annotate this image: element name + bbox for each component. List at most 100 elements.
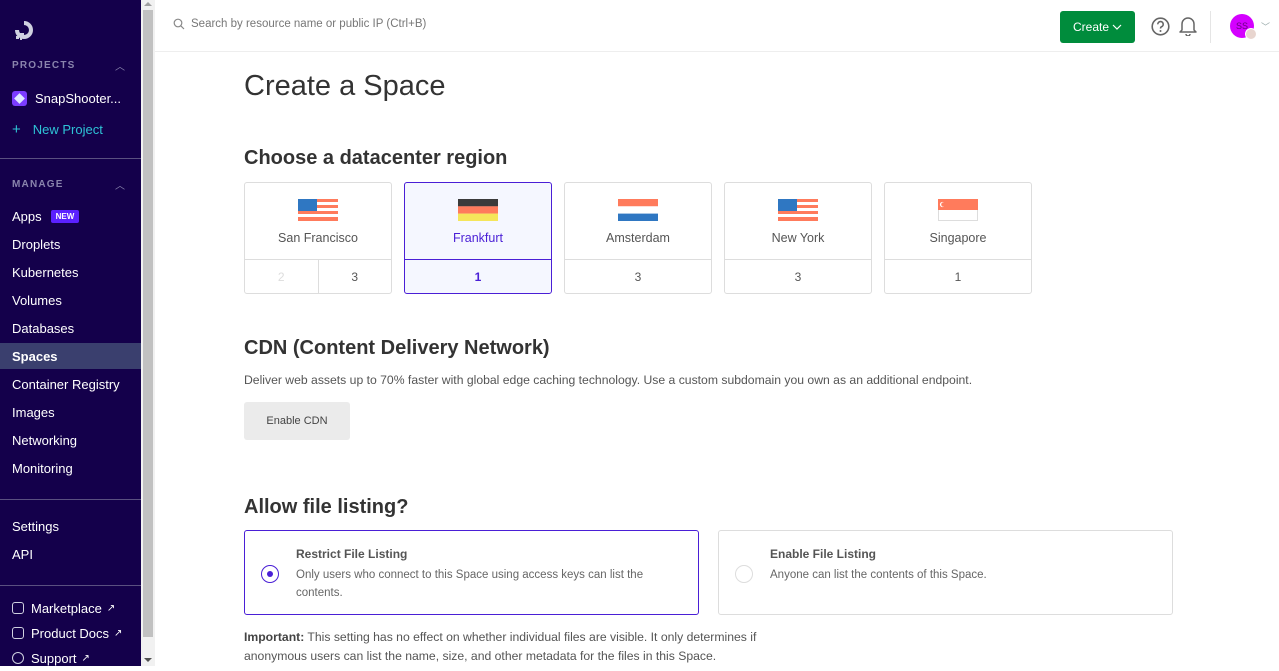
region-card-amsterdam[interactable]: Amsterdam 3 (564, 182, 712, 294)
user-photo-avatar (1245, 28, 1257, 40)
cdn-heading: CDN (Content Delivery Network) (244, 337, 550, 359)
projects-heading: PROJECTS (12, 60, 76, 71)
enable-cdn-button[interactable]: Enable CDN (244, 402, 350, 440)
search-placeholder: Search by resource name or public IP (Ct… (191, 18, 427, 30)
option-title: Enable File Listing (770, 547, 877, 561)
region-heading: Choose a datacenter region (244, 147, 508, 169)
sidebar-item-label: Networking (12, 432, 78, 448)
sidebar-item-label: Spaces (12, 348, 58, 364)
external-link-icon: ↗ (114, 627, 123, 639)
bell-icon[interactable] (1179, 16, 1197, 36)
sidebar-item-label: Settings (12, 518, 59, 534)
us-flag-icon (778, 199, 818, 221)
sidebar-item-label: Databases (12, 320, 75, 336)
sidebar-item-images[interactable]: Images (0, 399, 141, 425)
sidebar-item-spaces[interactable]: Spaces (0, 343, 141, 369)
project-item[interactable]: SnapShooter... (12, 91, 121, 106)
project-name: SnapShooter... (35, 91, 122, 106)
chevron-down-icon (1112, 24, 1122, 30)
sidebar: PROJECTS ︿ SnapShooter... + New Project … (0, 0, 141, 666)
de-flag-icon (458, 199, 498, 221)
datacenter-option[interactable]: 3 (565, 260, 711, 294)
datacenter-option[interactable]: 1 (885, 260, 1031, 294)
sidebar-item-volumes[interactable]: Volumes (0, 287, 141, 313)
radio-unselected[interactable] (735, 565, 753, 583)
important-note: Important: This setting has no effect on… (244, 628, 784, 666)
sidebar-item-label: Kubernetes (12, 264, 79, 280)
help-icon[interactable] (1151, 17, 1170, 36)
sidebar-item-label: Images (12, 404, 55, 420)
project-icon (12, 91, 27, 106)
datacenter-option[interactable]: 3 (725, 260, 871, 294)
sidebar-item-label: Container Registry (12, 376, 120, 392)
region-name: Amsterdam (606, 231, 670, 245)
sidebar-item-api[interactable]: API (0, 541, 141, 567)
region-name: Frankfurt (452, 231, 503, 245)
sidebar-item-label: Volumes (12, 292, 62, 308)
sidebar-divider (0, 158, 141, 159)
nl-flag-icon (618, 199, 658, 221)
top-bar: Search by resource name or public IP (Ct… (155, 0, 1279, 52)
datacenter-option[interactable]: 3 (317, 260, 392, 294)
sg-flag-icon (938, 199, 978, 221)
topbar-separator (1210, 11, 1211, 43)
cube-icon (12, 602, 24, 614)
option-description: Only users who connect to this Space usi… (296, 569, 644, 599)
external-link-icon: ↗ (81, 652, 90, 664)
sidebar-item-container-registry[interactable]: Container Registry (0, 371, 141, 397)
new-project-link[interactable]: + New Project (12, 121, 103, 138)
sidebar-item-label: Marketplace (31, 600, 102, 616)
region-card-frankfurt[interactable]: Frankfurt 1 (404, 182, 552, 294)
region-name: Singapore (929, 231, 987, 245)
stack-icon (12, 627, 24, 639)
sidebar-item-databases[interactable]: Databases (0, 315, 141, 341)
sidebar-item-label: Product Docs (31, 625, 110, 641)
region-name: New York (771, 231, 825, 245)
manage-collapse-icon[interactable]: ︿ (115, 177, 125, 192)
sidebar-item-apps[interactable]: Apps NEW (0, 203, 141, 229)
datacenter-options: 3 (725, 259, 871, 294)
scrollbar-thumb[interactable] (143, 10, 153, 637)
sidebar-item-label: API (12, 546, 33, 562)
new-project-label: New Project (32, 122, 103, 137)
sidebar-item-label: Support (31, 650, 77, 666)
restrict-file-listing-option[interactable]: Restrict File Listing Only users who con… (244, 530, 699, 615)
page-title: Create a Space (244, 70, 446, 102)
scroll-up-arrow-icon[interactable] (144, 2, 152, 6)
search-input[interactable]: Search by resource name or public IP (Ct… (173, 18, 426, 30)
important-label: Important: (244, 630, 305, 644)
enable-file-listing-option[interactable]: Enable File Listing Anyone can list the … (718, 530, 1173, 615)
create-button[interactable]: Create (1060, 11, 1135, 43)
datacenter-options: 2 3 (245, 259, 391, 294)
important-text: This setting has no effect on whether in… (244, 630, 757, 663)
sidebar-item-droplets[interactable]: Droplets (0, 231, 141, 257)
radio-selected[interactable] (261, 565, 279, 583)
region-card-san-francisco[interactable]: San Francisco 2 3 (244, 182, 392, 294)
digitalocean-logo-icon[interactable] (12, 18, 36, 42)
sidebar-item-networking[interactable]: Networking (0, 427, 141, 453)
region-card-singapore[interactable]: Singapore 1 (884, 182, 1032, 294)
sidebar-link-marketplace[interactable]: Marketplace ↗ (0, 595, 141, 621)
sidebar-item-kubernetes[interactable]: Kubernetes (0, 259, 141, 285)
sidebar-scrollbar[interactable] (141, 0, 155, 666)
datacenter-option-selected[interactable]: 1 (405, 260, 551, 294)
sidebar-item-settings[interactable]: Settings (0, 513, 141, 539)
region-card-new-york[interactable]: New York 3 (724, 182, 872, 294)
us-flag-icon (298, 199, 338, 221)
account-chevron-down-icon[interactable]: ﹀ (1261, 20, 1270, 33)
sidebar-link-support[interactable]: Support ↗ (0, 645, 141, 671)
sidebar-divider (0, 499, 141, 500)
projects-collapse-icon[interactable]: ︿ (115, 58, 125, 73)
option-title: Restrict File Listing (296, 547, 408, 561)
sidebar-divider (0, 585, 141, 586)
search-icon (173, 18, 185, 30)
sidebar-link-product-docs[interactable]: Product Docs ↗ (0, 620, 141, 646)
sidebar-item-monitoring[interactable]: Monitoring (0, 455, 141, 481)
scroll-down-arrow-icon[interactable] (144, 658, 152, 662)
region-name: San Francisco (278, 231, 358, 245)
option-description: Anyone can list the contents of this Spa… (770, 569, 987, 581)
datacenter-options: 1 (405, 259, 551, 294)
datacenter-options: 3 (565, 259, 711, 294)
create-label: Create (1072, 20, 1110, 34)
sidebar-item-label: Droplets (12, 236, 61, 252)
